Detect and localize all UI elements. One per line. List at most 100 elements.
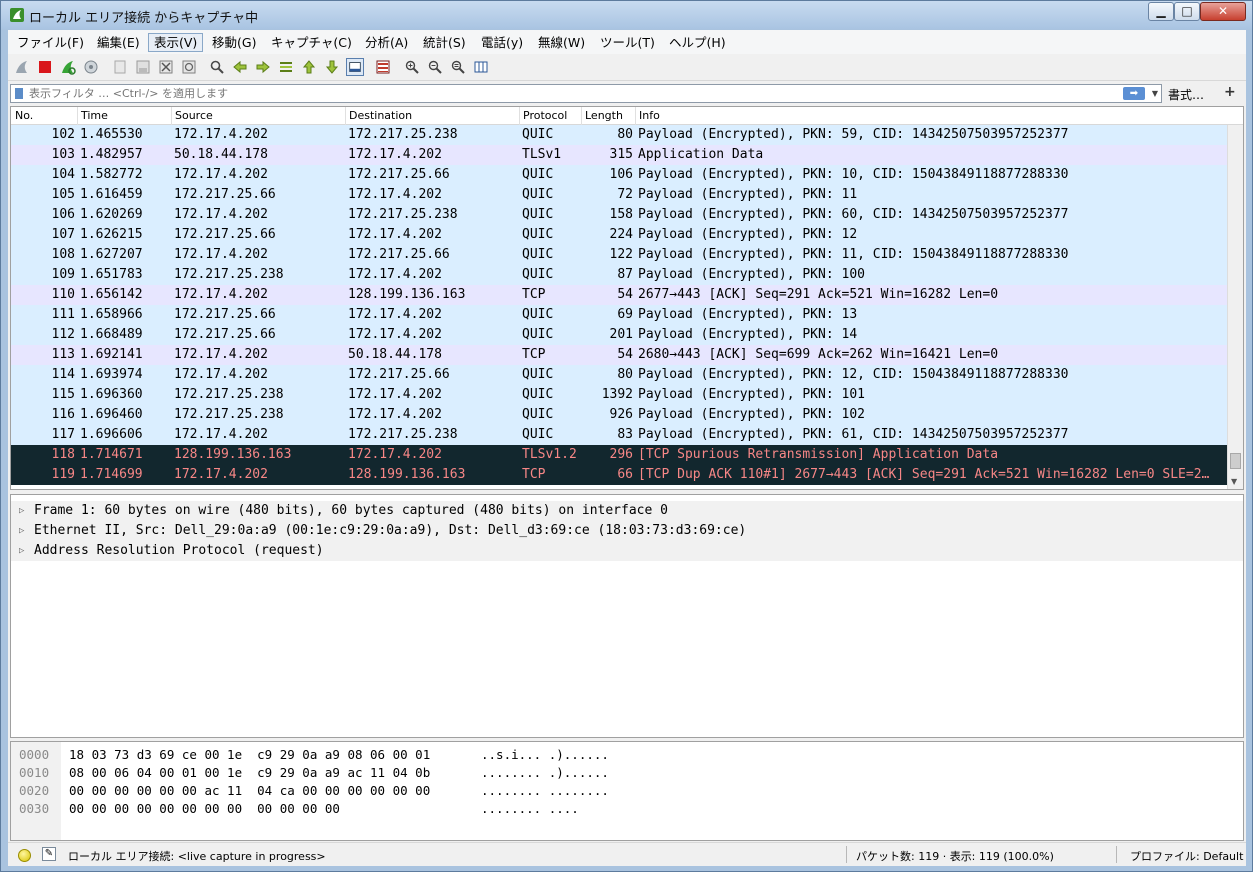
go-to-packet-icon[interactable]	[277, 58, 295, 76]
autoscroll-icon[interactable]	[346, 58, 364, 76]
expand-arrow-icon[interactable]: ▷	[19, 521, 24, 541]
minimize-button[interactable]: ▁	[1148, 2, 1174, 21]
byte-ascii[interactable]: ..s.i... .)......	[481, 746, 609, 764]
close-button[interactable]: ✕	[1200, 2, 1246, 21]
menu-help[interactable]: ヘルプ(H)	[664, 33, 731, 52]
edit-comment-icon[interactable]: ✎	[42, 847, 56, 861]
restart-icon[interactable]	[59, 58, 77, 76]
packet-row[interactable]: 112 1.668489 172.217.25.66 172.17.4.202 QUIC…	[11, 325, 1227, 345]
options-gear-icon[interactable]	[82, 58, 100, 76]
column-divider[interactable]	[171, 107, 172, 125]
packet-row[interactable]: 109 1.651783 172.217.25.238 172.17.4.202 QUI…	[11, 265, 1227, 285]
byte-hex[interactable]: 00 00 00 00 00 00 ac 11 04 ca 00 00 00 0…	[69, 782, 430, 800]
packet-details-pane[interactable]: ▷ Frame 1: 60 bytes on wire (480 bits), …	[10, 494, 1244, 738]
add-filter-button[interactable]: +	[1224, 84, 1236, 100]
apply-filter-arrow-icon[interactable]: ➡	[1123, 87, 1145, 100]
packet-list[interactable]: No. Time Source Destination Protocol Len…	[10, 106, 1244, 490]
detail-item-arp[interactable]: ▷ Address Resolution Protocol (request)	[11, 541, 1243, 561]
packet-row[interactable]: 114 1.693974 172.17.4.202 172.217.25.66 QUIC…	[11, 365, 1227, 385]
packet-row[interactable]: 102 1.465530 172.17.4.202 172.217.25.238 QUI…	[11, 125, 1227, 145]
menu-edit[interactable]: 編集(E)	[92, 33, 145, 52]
menu-telephony[interactable]: 電話(y)	[476, 33, 528, 52]
packet-row[interactable]: 107 1.626215 172.217.25.66 172.17.4.202 QUIC…	[11, 225, 1227, 245]
detail-item-frame[interactable]: ▷ Frame 1: 60 bytes on wire (480 bits), …	[11, 501, 1243, 521]
byte-ascii[interactable]: ........ ........	[481, 782, 609, 800]
column-header-destination[interactable]: Destination	[349, 109, 412, 122]
packet-list-scrollbar[interactable]: ▼	[1227, 125, 1243, 489]
byte-hex[interactable]: 00 00 00 00 00 00 00 00 00 00 00 00	[69, 800, 340, 818]
stop-icon[interactable]	[36, 58, 54, 76]
byte-ascii[interactable]: ........ ....	[481, 800, 579, 818]
menu-analyze[interactable]: 分析(A)	[360, 33, 413, 52]
go-forward-icon[interactable]	[254, 58, 272, 76]
title-bar[interactable]: ローカル エリア接続 からキャプチャ中 ▁ □ ✕	[1, 1, 1252, 29]
column-divider[interactable]	[635, 107, 636, 125]
scrollbar-thumb[interactable]	[1230, 453, 1241, 469]
save-file-icon[interactable]	[134, 58, 152, 76]
packet-protocol: TCP	[522, 287, 546, 302]
close-file-icon[interactable]	[157, 58, 175, 76]
display-filter-input[interactable]	[29, 85, 1119, 102]
column-divider[interactable]	[519, 107, 520, 125]
packet-row[interactable]: 104 1.582772 172.17.4.202 172.217.25.66 QUIC…	[11, 165, 1227, 185]
packet-row[interactable]: 119 1.714699 172.17.4.202 128.199.136.163 TC…	[11, 465, 1227, 485]
packet-row[interactable]: 108 1.627207 172.17.4.202 172.217.25.66 QUIC…	[11, 245, 1227, 265]
menu-capture[interactable]: キャプチャ(C)	[266, 33, 357, 52]
byte-hex[interactable]: 08 00 06 04 00 01 00 1e c9 29 0a a9 ac 1…	[69, 764, 430, 782]
colorize-icon[interactable]	[374, 58, 392, 76]
column-header-info[interactable]: Info	[639, 109, 660, 122]
packet-row[interactable]: 118 1.714671 128.199.136.163 172.17.4.202 TL…	[11, 445, 1227, 465]
packet-row[interactable]: 111 1.658966 172.217.25.66 172.17.4.202 QUIC…	[11, 305, 1227, 325]
menu-tools[interactable]: ツール(T)	[595, 33, 660, 52]
packet-row[interactable]: 115 1.696360 172.217.25.238 172.17.4.202 QUI…	[11, 385, 1227, 405]
packet-row[interactable]: 113 1.692141 172.17.4.202 50.18.44.178 TCP 54…	[11, 345, 1227, 365]
column-header-no[interactable]: No.	[15, 109, 33, 122]
column-header-time[interactable]: Time	[81, 109, 108, 122]
menu-statistics[interactable]: 統計(S)	[418, 33, 471, 52]
byte-hex[interactable]: 18 03 73 d3 69 ce 00 1e c9 29 0a a9 08 0…	[69, 746, 430, 764]
go-back-icon[interactable]	[231, 58, 249, 76]
resize-columns-icon[interactable]	[472, 58, 490, 76]
menu-file[interactable]: ファイル(F)	[12, 33, 89, 52]
column-divider[interactable]	[345, 107, 346, 125]
find-icon[interactable]	[208, 58, 226, 76]
packet-row[interactable]: 110 1.656142 172.17.4.202 128.199.136.163 TC…	[11, 285, 1227, 305]
shark-fin-start-icon[interactable]	[13, 58, 31, 76]
packet-bytes-pane[interactable]: 0000 18 03 73 d3 69 ce 00 1e c9 29 0a a9…	[10, 741, 1244, 841]
open-file-icon[interactable]	[111, 58, 129, 76]
column-divider[interactable]	[77, 107, 78, 125]
byte-ascii[interactable]: ........ .)......	[481, 764, 609, 782]
bookmark-icon[interactable]	[15, 88, 23, 99]
byte-offset: 0000	[19, 747, 50, 762]
packet-row[interactable]: 116 1.696460 172.217.25.238 172.17.4.202 QUI…	[11, 405, 1227, 425]
scroll-down-arrow-icon[interactable]: ▼	[1231, 477, 1237, 486]
zoom-reset-icon[interactable]	[449, 58, 467, 76]
packet-row[interactable]: 106 1.620269 172.17.4.202 172.217.25.238 QUI…	[11, 205, 1227, 225]
status-profile[interactable]: プロファイル: Default	[1130, 848, 1243, 864]
column-header-source[interactable]: Source	[175, 109, 213, 122]
go-last-icon[interactable]	[323, 58, 341, 76]
menu-go[interactable]: 移動(G)	[207, 33, 261, 52]
column-header-protocol[interactable]: Protocol	[523, 109, 567, 122]
column-divider[interactable]	[581, 107, 582, 125]
packet-row[interactable]: 103 1.482957 50.18.44.178 172.17.4.202 TLSv1…	[11, 145, 1227, 165]
display-filter-field[interactable]: ➡ ▼	[10, 84, 1162, 103]
packet-info: Payload (Encrypted), PKN: 13	[638, 307, 858, 322]
expand-arrow-icon[interactable]: ▷	[19, 541, 24, 561]
reload-icon[interactable]	[180, 58, 198, 76]
zoom-out-icon[interactable]	[426, 58, 444, 76]
detail-item-ethernet[interactable]: ▷ Ethernet II, Src: Dell_29:0a:a9 (00:1e…	[11, 521, 1243, 541]
expression-button[interactable]: 書式…	[1168, 86, 1204, 103]
filter-history-dropdown-icon[interactable]: ▼	[1149, 88, 1161, 100]
menu-wireless[interactable]: 無線(W)	[533, 33, 590, 52]
expand-arrow-icon[interactable]: ▷	[19, 501, 24, 521]
packet-length: 54	[617, 287, 633, 302]
menu-view[interactable]: 表示(V)	[148, 33, 204, 52]
maximize-button[interactable]: □	[1174, 2, 1200, 21]
zoom-in-icon[interactable]	[403, 58, 421, 76]
packet-row[interactable]: 117 1.696606 172.17.4.202 172.217.25.238 QUI…	[11, 425, 1227, 445]
go-first-icon[interactable]	[300, 58, 318, 76]
capture-status-led-icon[interactable]	[18, 849, 31, 862]
column-header-length[interactable]: Length	[585, 109, 623, 122]
packet-row[interactable]: 105 1.616459 172.217.25.66 172.17.4.202 QUIC…	[11, 185, 1227, 205]
